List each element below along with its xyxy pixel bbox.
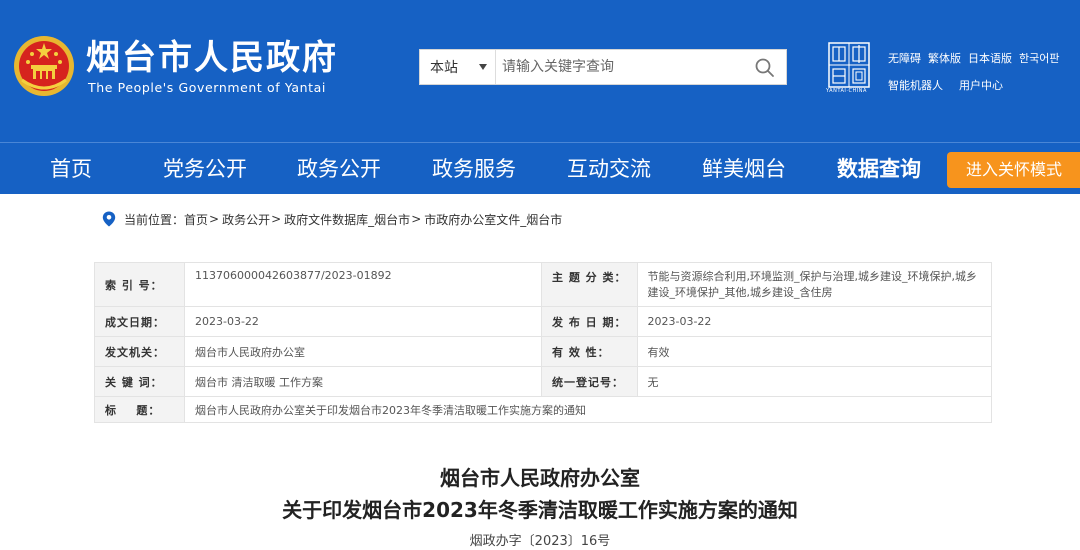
search-input[interactable] [502,50,742,84]
korean-version-link[interactable]: 한국어판 [1019,52,1059,66]
document-meta-table: 索 引 号： 113706000042603877/2023-01892 主 题… [94,262,992,423]
validity-label: 有 效 性： [541,336,638,367]
breadcrumb-home[interactable]: 首页 [184,211,208,228]
keywords-value: 烟台市 清洁取暖 工作方案 [184,366,542,397]
index-number-value: 113706000042603877/2023-01892 [184,262,542,307]
yantai-china-seal-icon [828,42,870,88]
site-title[interactable]: 烟台市人民政府 [86,38,338,78]
nav-item-home[interactable]: 首页 [50,143,92,195]
japanese-version-link[interactable]: 日本语版 [968,52,1012,66]
document-number: 烟政办字〔2023〕16号 [469,534,611,549]
breadcrumb-gov-affairs[interactable]: 政务公开 [222,211,270,228]
nav-item-interaction[interactable]: 互动交流 [567,143,651,195]
breadcrumb-prefix: 当前位置： [124,212,185,227]
subject-category-value: 节能与资源综合利用,环境监测_保护与治理,城乡建设_环境保护,城乡建设_环境保护… [636,262,992,307]
seal-caption: YANTAI·CHINA [826,88,867,94]
index-number-label: 索 引 号： [94,262,185,307]
document-title-line2: 关于印发烟台市2023年冬季清洁取暖工作实施方案的通知 [282,498,798,522]
nav-item-data-query[interactable]: 数据查询 [837,143,921,195]
table-row: 发文机关： 烟台市人民政府办公室 有 效 性： 有效 [94,336,992,367]
search-icon[interactable] [754,57,776,79]
publish-date-label: 发 布 日 期： [541,306,638,337]
validity-value: 有效 [636,336,992,367]
table-row: 关 键 词： 烟台市 清洁取暖 工作方案 统一登记号： 无 [94,366,992,397]
nav-item-beautiful-yantai[interactable]: 鲜美烟台 [702,143,786,195]
site-header: 烟台市人民政府 The People's Government of Yanta… [0,0,1080,142]
registration-number-value: 无 [636,366,992,397]
traditional-chinese-link[interactable]: 繁体版 [928,52,961,66]
table-row: 成文日期： 2023-03-22 发 布 日 期： 2023-03-22 [94,306,992,337]
registration-number-label: 统一登记号： [541,366,638,397]
search-bar: 本站 [419,49,787,85]
care-mode-button[interactable]: 进入关怀模式 [947,152,1080,188]
nav-item-government-services[interactable]: 政务服务 [432,143,516,195]
breadcrumb-separator: > [411,212,422,226]
breadcrumb-separator: > [209,212,220,226]
written-date-value: 2023-03-22 [184,306,542,337]
search-scope-value: 本站 [430,60,458,76]
accessibility-link[interactable]: 无障碍 [888,52,921,66]
table-row: 索 引 号： 113706000042603877/2023-01892 主 题… [94,262,992,307]
national-emblem-icon [14,36,74,96]
nav-item-government-affairs[interactable]: 政务公开 [297,143,381,195]
breadcrumb: 当前位置： 首页 > 政务公开 > 政府文件数据库_烟台市 > 市政府办公室文件_烟台… [102,210,562,228]
issuing-org-value: 烟台市人民政府办公室 [184,336,542,367]
search-scope-select[interactable]: 本站 [420,50,496,84]
doc-title-value: 烟台市人民政府办公室关于印发烟台市2023年冬季清洁取暖工作实施方案的通知 [184,396,992,423]
top-links: 无障碍 繁体版 日本语版 한국어판 智能机器人 用户中心 [888,47,1078,93]
document-title-line1: 烟台市人民政府办公室 [440,466,640,490]
nav-item-party-affairs[interactable]: 党务公开 [163,143,247,195]
breadcrumb-separator: > [271,212,282,226]
breadcrumb-office-files[interactable]: 市政府办公室文件_烟台市 [424,211,562,228]
breadcrumb-file-database[interactable]: 政府文件数据库_烟台市 [284,211,410,228]
table-row: 标 题： 烟台市人民政府办公室关于印发烟台市2023年冬季清洁取暖工作实施方案的… [94,396,992,423]
smart-robot-link[interactable]: 智能机器人 [888,79,943,93]
subject-category-label: 主 题 分 类： [541,262,638,307]
doc-title-label: 标 题： [94,396,185,423]
issuing-org-label: 发文机关： [94,336,185,367]
user-center-link[interactable]: 用户中心 [959,79,1003,93]
publish-date-value: 2023-03-22 [636,306,992,337]
site-subtitle: The People's Government of Yantai [88,80,326,95]
main-nav: 首页 党务公开 政务公开 政务服务 互动交流 鲜美烟台 数据查询 进入关怀模式 [0,142,1080,194]
caret-down-icon [479,64,487,70]
written-date-label: 成文日期： [94,306,185,337]
keywords-label: 关 键 词： [94,366,185,397]
location-pin-icon [102,211,116,227]
